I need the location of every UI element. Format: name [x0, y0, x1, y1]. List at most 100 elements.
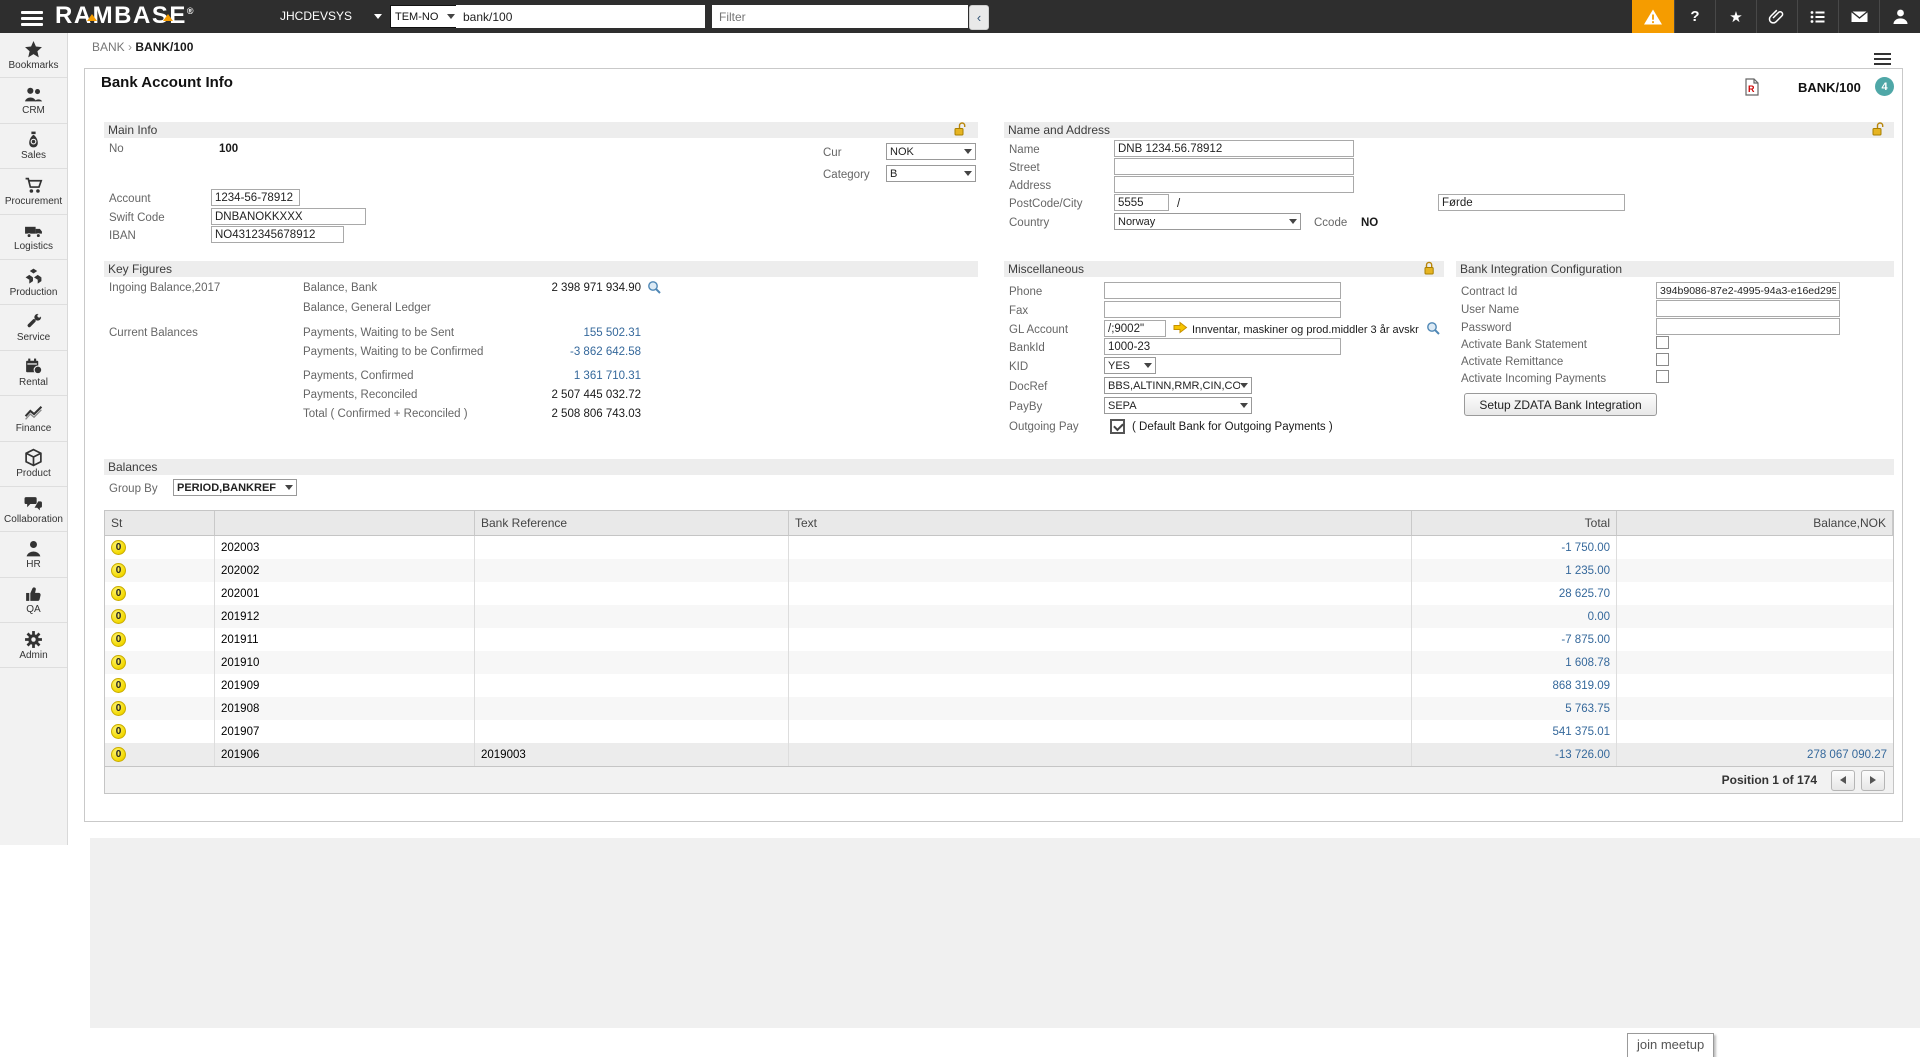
- join-meetup-tooltip[interactable]: join meetup: [1627, 1033, 1714, 1057]
- menu-icon[interactable]: [21, 8, 43, 29]
- sidebar-item-sales[interactable]: Sales: [0, 124, 67, 169]
- alerts-button[interactable]: [1632, 0, 1674, 33]
- column-header-period[interactable]: [215, 511, 475, 535]
- kid-select[interactable]: YES: [1104, 357, 1156, 374]
- table-row[interactable]: 0 201912 0.00: [105, 605, 1893, 628]
- column-header-total[interactable]: Total: [1412, 511, 1617, 535]
- collapse-filter-button[interactable]: ‹: [969, 5, 989, 30]
- sidebar-item-production[interactable]: Production: [0, 260, 67, 305]
- sidebar-item-product[interactable]: Product: [0, 442, 67, 487]
- sidebar-item-label: Admin: [19, 650, 47, 661]
- status-badge: 0: [111, 563, 126, 578]
- status-badge: 0: [111, 678, 126, 693]
- gl-account-label: GL Account: [1009, 324, 1068, 336]
- text-cell: [789, 536, 1412, 559]
- sidebar-item-crm[interactable]: CRM: [0, 78, 67, 123]
- sidebar-item-bookmarks[interactable]: Bookmarks: [0, 33, 67, 78]
- favorites-button[interactable]: ★: [1715, 0, 1756, 33]
- setup-zdata-button[interactable]: Setup ZDATA Bank Integration: [1464, 393, 1657, 416]
- gl-account-field[interactable]: [1104, 320, 1166, 337]
- address-field[interactable]: [1114, 176, 1354, 193]
- table-row[interactable]: 0 201908 5 763.75: [105, 697, 1893, 720]
- help-button[interactable]: ?: [1674, 0, 1715, 33]
- key-figures-group-label: Current Balances: [109, 327, 198, 339]
- swift-code-field[interactable]: [211, 208, 366, 225]
- outgoing-pay-checkbox[interactable]: [1110, 419, 1125, 434]
- key-figure-label: Balance, Bank: [303, 282, 377, 294]
- group-by-select[interactable]: PERIOD,BANKREF: [173, 479, 297, 496]
- currency-select[interactable]: NOK: [886, 143, 976, 160]
- city-field[interactable]: [1438, 194, 1625, 211]
- table-row[interactable]: 0 201911 -7 875.00: [105, 628, 1893, 651]
- username-label: User Name: [1461, 304, 1519, 316]
- tasks-button[interactable]: [1797, 0, 1838, 33]
- report-icon[interactable]: R: [1745, 78, 1759, 96]
- sidebar-item-collaboration[interactable]: Collaboration: [0, 487, 67, 532]
- table-row[interactable]: 0 202001 28 625.70: [105, 582, 1893, 605]
- next-page-button[interactable]: [1861, 770, 1885, 791]
- activate-bank-statement-checkbox[interactable]: [1656, 336, 1669, 349]
- rambase-logo[interactable]: RAMBASE®: [55, 2, 195, 30]
- bankref-cell: [475, 628, 789, 651]
- table-row[interactable]: 0 202002 1 235.00: [105, 559, 1893, 582]
- person-icon: [1891, 7, 1910, 26]
- table-row-selected[interactable]: 0 201906 2019003 -13 726.00 278 067 090.…: [105, 743, 1893, 766]
- version-badge[interactable]: 4: [1875, 77, 1894, 96]
- database-select[interactable]: TEM-NO: [390, 5, 460, 28]
- magnifier-icon[interactable]: [1426, 321, 1441, 336]
- table-row[interactable]: 0 202003 -1 750.00: [105, 536, 1893, 559]
- table-row[interactable]: 0 201910 1 608.78: [105, 651, 1893, 674]
- attachments-button[interactable]: [1756, 0, 1797, 33]
- contract-id-field[interactable]: [1656, 282, 1840, 299]
- sidebar-item-label: Sales: [21, 150, 46, 161]
- column-header-st[interactable]: St: [105, 511, 215, 535]
- country-select[interactable]: Norway: [1114, 213, 1301, 230]
- account-field[interactable]: [211, 189, 300, 206]
- password-field[interactable]: [1656, 318, 1840, 335]
- magnifier-icon[interactable]: [647, 280, 662, 295]
- payby-select[interactable]: SEPA: [1104, 397, 1252, 414]
- sidebar-item-rental[interactable]: Rental: [0, 351, 67, 396]
- sidebar-item-hr[interactable]: HR: [0, 532, 67, 577]
- column-header-bank-reference[interactable]: Bank Reference: [475, 511, 789, 535]
- sidebar-item-admin[interactable]: Admin: [0, 623, 67, 668]
- page-menu-icon[interactable]: [1874, 50, 1891, 68]
- period-cell: 201906: [215, 743, 475, 766]
- system-select[interactable]: JHCDEVSYS: [280, 9, 352, 23]
- name-field[interactable]: [1114, 140, 1354, 157]
- sidebar-item-label: Finance: [16, 423, 52, 434]
- activate-incoming-payments-checkbox[interactable]: [1656, 370, 1669, 383]
- table-row[interactable]: 0 201909 868 319.09: [105, 674, 1893, 697]
- fax-field[interactable]: [1104, 301, 1341, 318]
- unlock-icon[interactable]: [953, 121, 967, 136]
- column-header-balance-nok[interactable]: Balance,NOK: [1617, 511, 1893, 535]
- goto-arrow-icon[interactable]: [1173, 321, 1188, 334]
- program-input[interactable]: [456, 5, 705, 28]
- iban-field[interactable]: [211, 226, 344, 243]
- activate-remittance-checkbox[interactable]: [1656, 353, 1669, 366]
- sidebar-item-procurement[interactable]: Procurement: [0, 169, 67, 214]
- column-header-text[interactable]: Text: [789, 511, 1412, 535]
- postcode-field[interactable]: [1114, 194, 1169, 211]
- sidebar-item-service[interactable]: Service: [0, 305, 67, 350]
- payby-label: PayBy: [1009, 401, 1042, 413]
- category-select[interactable]: B: [886, 165, 976, 182]
- messages-button[interactable]: [1838, 0, 1879, 33]
- sidebar-item-logistics[interactable]: Logistics: [0, 215, 67, 260]
- table-row[interactable]: 0 201907 541 375.01: [105, 720, 1893, 743]
- sidebar-item-qa[interactable]: QA: [0, 578, 67, 623]
- user-button[interactable]: [1879, 0, 1920, 33]
- docref-select[interactable]: BBS,ALTINN,RMR,CIN,COA,: [1104, 377, 1252, 394]
- phone-field[interactable]: [1104, 282, 1341, 299]
- mail-icon: [1850, 7, 1869, 26]
- sidebar-item-finance[interactable]: Finance: [0, 396, 67, 441]
- street-field[interactable]: [1114, 158, 1354, 175]
- bankid-field[interactable]: [1104, 338, 1341, 355]
- lock-icon[interactable]: [1422, 260, 1436, 275]
- unlock-icon[interactable]: [1871, 121, 1885, 136]
- period-cell: 201909: [215, 674, 475, 697]
- username-field[interactable]: [1656, 300, 1840, 317]
- previous-page-button[interactable]: [1831, 770, 1855, 791]
- breadcrumb-root[interactable]: BANK: [92, 40, 125, 54]
- filter-input[interactable]: [712, 5, 968, 28]
